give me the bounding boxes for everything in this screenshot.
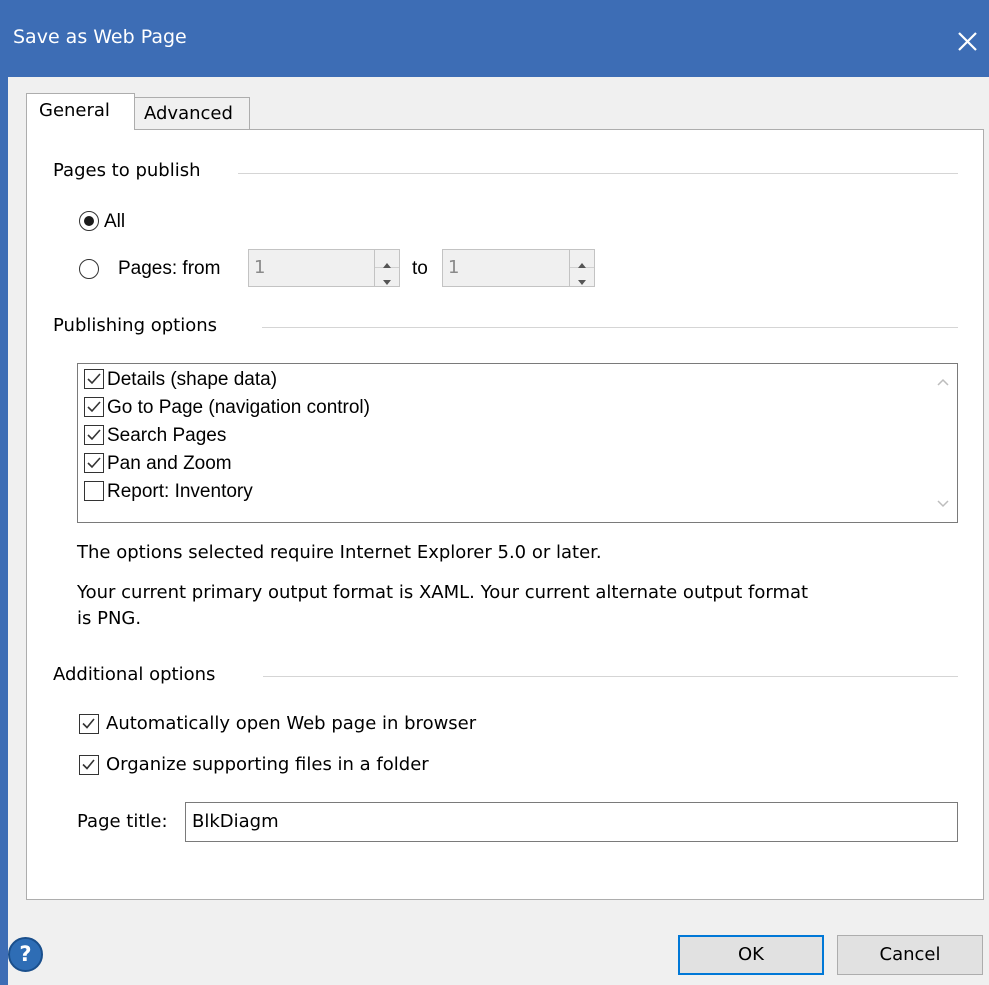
auto-open-label: Automatically open Web page in browser (106, 713, 477, 734)
pages-from-label: Pages: from (118, 258, 221, 279)
check-icon (87, 401, 101, 413)
stepper-buttons (569, 250, 594, 286)
chevron-down-icon (578, 280, 586, 285)
close-button[interactable] (950, 24, 984, 58)
title-bar: Save as Web Page (0, 0, 989, 77)
organize-files-checkbox[interactable] (79, 755, 99, 775)
list-scrollbar[interactable] (929, 364, 957, 522)
page-title-label: Page title: (77, 811, 168, 832)
stepper-up-button[interactable] (570, 251, 594, 268)
help-button[interactable]: ? (8, 937, 43, 972)
radio-all-label: All (104, 211, 126, 232)
stepper-down-button[interactable] (375, 268, 399, 285)
publishing-options-heading: Publishing options (53, 315, 218, 336)
output-format-note: Your current primary output format is XA… (77, 580, 808, 632)
stepper-buttons (374, 250, 399, 286)
tab-general[interactable]: General (26, 93, 135, 130)
check-icon (87, 373, 101, 385)
check-icon (82, 718, 95, 729)
checkbox[interactable] (84, 453, 104, 473)
additional-options-heading: Additional options (53, 664, 216, 685)
list-item-label: Search Pages (107, 425, 227, 446)
group-divider (262, 327, 958, 328)
stepper-down-button[interactable] (570, 268, 594, 285)
ie-requirement-note: The options selected require Internet Ex… (77, 542, 602, 563)
help-icon: ? (19, 942, 32, 966)
page-title-field[interactable]: BlkDiagm (185, 802, 958, 842)
tab-advanced[interactable]: Advanced (135, 97, 250, 129)
checkbox[interactable] (84, 369, 104, 389)
scroll-up-arrow[interactable] (935, 374, 951, 390)
pages-from-stepper[interactable]: 1 (248, 249, 400, 287)
close-icon (958, 32, 977, 51)
pages-to-label: to (412, 258, 428, 279)
ok-button[interactable]: OK (678, 935, 824, 975)
scroll-down-arrow[interactable] (935, 496, 951, 512)
pages-to-value: 1 (448, 257, 460, 278)
auto-open-checkbox[interactable] (79, 714, 99, 734)
check-icon (87, 429, 101, 441)
check-icon (87, 457, 101, 469)
window-title: Save as Web Page (13, 26, 187, 48)
chevron-up-icon (937, 378, 949, 386)
pages-to-publish-heading: Pages to publish (53, 160, 201, 181)
checkbox[interactable] (84, 481, 104, 501)
list-item-label: Details (shape data) (107, 369, 278, 390)
checkbox[interactable] (84, 425, 104, 445)
stepper-up-button[interactable] (375, 251, 399, 268)
list-item-label: Go to Page (navigation control) (107, 397, 370, 418)
radio-pages-range[interactable] (79, 259, 99, 279)
radio-all[interactable] (79, 211, 99, 231)
chevron-down-icon (383, 280, 391, 285)
group-divider (263, 676, 958, 677)
organize-files-label: Organize supporting files in a folder (106, 754, 429, 775)
page-title-value: BlkDiagm (192, 811, 279, 832)
check-icon (82, 759, 95, 770)
cancel-button[interactable]: Cancel (837, 935, 983, 975)
list-item-label: Pan and Zoom (107, 453, 232, 474)
output-format-line: is PNG. (77, 608, 142, 629)
publishing-options-list[interactable]: Details (shape data) Go to Page (navigat… (77, 363, 958, 523)
pages-from-value: 1 (254, 257, 266, 278)
list-item-label: Report: Inventory (107, 481, 253, 502)
window-border (0, 77, 8, 985)
chevron-down-icon (937, 500, 949, 508)
checkbox[interactable] (84, 397, 104, 417)
group-divider (238, 173, 958, 174)
pages-to-stepper[interactable]: 1 (442, 249, 595, 287)
output-format-line: Your current primary output format is XA… (77, 582, 809, 603)
